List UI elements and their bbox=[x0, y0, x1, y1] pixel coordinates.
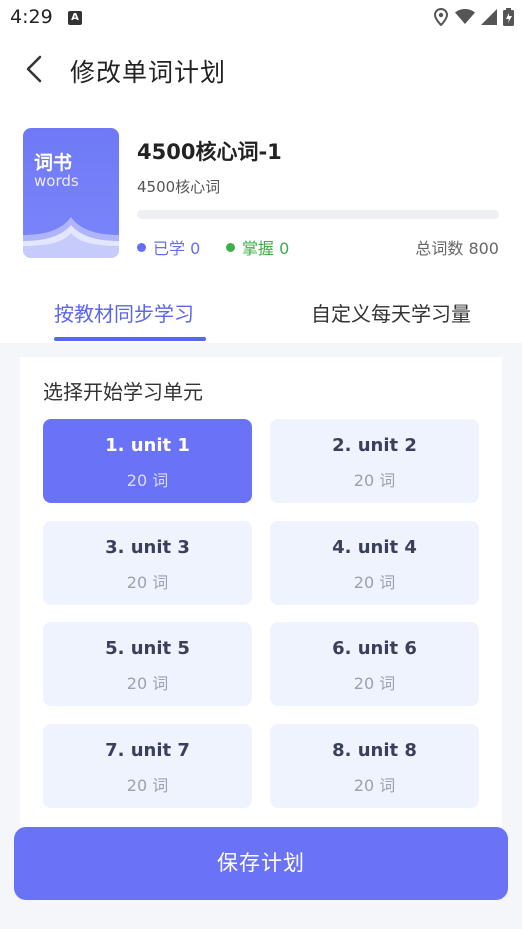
unit-name: 6. unit 6 bbox=[332, 638, 417, 659]
unit-name: 3. unit 3 bbox=[105, 536, 190, 558]
unit-word-count: 20 词 bbox=[126, 471, 169, 490]
book-cover: 词书 words bbox=[23, 128, 119, 258]
battery-icon bbox=[503, 8, 514, 26]
unit-card[interactable]: 2. unit 2 20 词 bbox=[270, 419, 479, 503]
app-notification-icon: A bbox=[68, 11, 82, 25]
back-button[interactable] bbox=[18, 52, 52, 86]
mastered-dot-icon bbox=[226, 242, 235, 252]
save-plan-button[interactable]: 保存计划 bbox=[14, 827, 508, 900]
status-icons bbox=[433, 8, 514, 26]
signal-icon bbox=[481, 9, 497, 25]
book-name: 4500核心词-1 bbox=[137, 140, 282, 164]
cover-title: 词书 bbox=[34, 152, 73, 174]
learned-label: 已学 0 bbox=[153, 239, 201, 258]
unit-name: 8. unit 8 bbox=[332, 739, 417, 761]
unit-card[interactable]: 3. unit 3 20 词 bbox=[43, 520, 252, 605]
mastered-label: 掌握 0 bbox=[242, 239, 290, 258]
learned-stat: 已学 0 bbox=[137, 235, 200, 259]
location-icon bbox=[433, 8, 449, 26]
unit-name: 2. unit 2 bbox=[332, 435, 417, 456]
unit-word-count: 20 词 bbox=[353, 775, 396, 795]
unit-word-count: 20 词 bbox=[353, 674, 396, 693]
unit-card[interactable]: 7. unit 7 20 词 bbox=[43, 723, 252, 808]
cover-subtitle: words bbox=[34, 172, 79, 190]
active-tab-indicator bbox=[54, 337, 206, 341]
unit-card[interactable]: 5. unit 5 20 词 bbox=[43, 622, 252, 706]
unit-word-count: 20 词 bbox=[126, 775, 169, 795]
page-title: 修改单词计划 bbox=[70, 58, 227, 87]
unit-word-count: 20 词 bbox=[353, 572, 396, 592]
header: 修改单词计划 bbox=[0, 36, 522, 105]
wifi-icon bbox=[455, 9, 475, 24]
unit-card[interactable]: 1. unit 1 20 词 bbox=[43, 419, 252, 503]
unit-word-count: 20 词 bbox=[126, 674, 169, 693]
tab-textbook-sync[interactable]: 按教材同步学习 bbox=[54, 298, 194, 327]
learned-dot-icon bbox=[137, 242, 146, 252]
unit-card[interactable]: 4. unit 4 20 词 bbox=[270, 520, 479, 605]
status-bar: 4:29 A bbox=[0, 0, 522, 36]
unit-card[interactable]: 6. unit 6 20 词 bbox=[270, 622, 479, 706]
chevron-left-icon bbox=[26, 55, 42, 83]
unit-panel: 选择开始学习单元 1. unit 1 20 词 2. unit 2 20 词 3. un… bbox=[20, 357, 502, 827]
book-pages-icon bbox=[23, 217, 119, 258]
unit-name: 7. unit 7 bbox=[105, 739, 190, 761]
unit-word-count: 20 词 bbox=[126, 572, 169, 592]
unit-name: 5. unit 5 bbox=[105, 638, 190, 659]
mastered-stat: 掌握 0 bbox=[226, 235, 289, 259]
unit-name: 4. unit 4 bbox=[332, 536, 417, 558]
unit-card[interactable]: 8. unit 8 20 词 bbox=[270, 723, 479, 808]
book-description: 4500核心词 bbox=[137, 178, 221, 196]
tab-custom-daily[interactable]: 自定义每天学习量 bbox=[311, 298, 471, 327]
progress-bar bbox=[137, 210, 499, 219]
total-words: 总词数 800 bbox=[415, 239, 499, 258]
status-time: 4:29 bbox=[10, 6, 53, 28]
unit-word-count: 20 词 bbox=[353, 471, 396, 490]
panel-title: 选择开始学习单元 bbox=[43, 380, 203, 404]
book-card: 词书 words 4500核心词-1 4500核心词 已学 0 掌握 0 总词数… bbox=[0, 104, 522, 279]
unit-name: 1. unit 1 bbox=[105, 435, 190, 456]
tab-bar: 按教材同步学习 自定义每天学习量 bbox=[0, 279, 522, 343]
bottom-area bbox=[0, 900, 522, 929]
